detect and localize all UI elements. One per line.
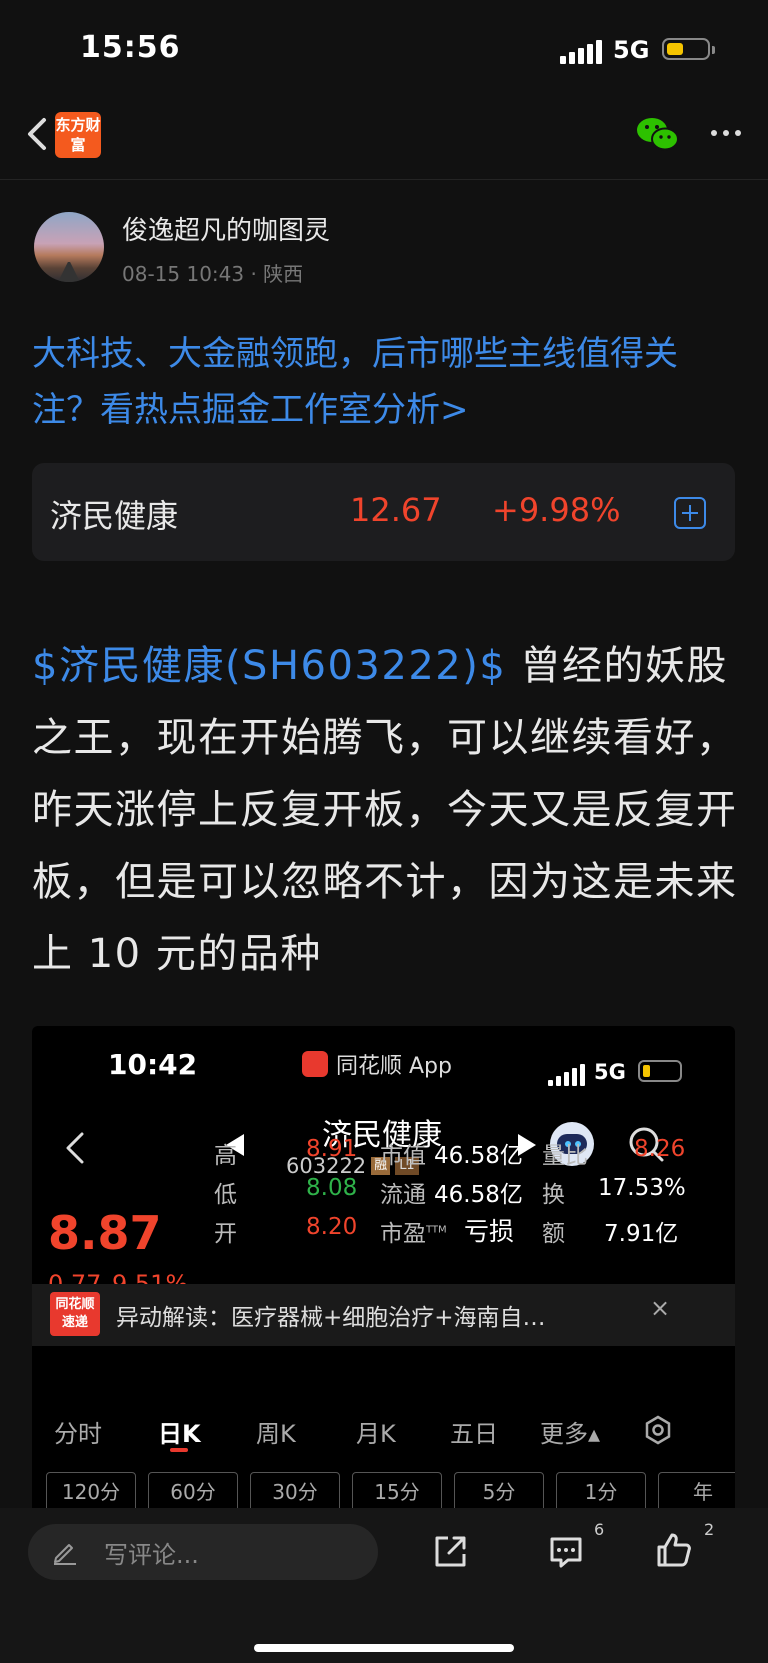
status-time: 15:56	[80, 30, 181, 65]
stock-tag-link[interactable]: $济民健康(SH603222)$	[32, 643, 506, 689]
tab-five-day: 五日	[450, 1420, 498, 1448]
post-text: 曾经的妖股之王，现在开始腾飞，可以继续看好，昨天涨停上反复开板，今天又是反复开板…	[32, 643, 738, 977]
banner-logo: 同花顺速递	[50, 1292, 100, 1336]
add-watchlist-icon[interactable]	[674, 497, 706, 529]
low-label: 低	[214, 1182, 237, 1208]
image-app-name: 同花顺 App	[302, 1048, 452, 1080]
app-icon	[302, 1051, 328, 1077]
image-signal-icon	[548, 1064, 585, 1086]
post-image[interactable]: 10:42 同花顺 App 5G 济民健康 603222融L1 8.87 0.7…	[32, 1026, 735, 1508]
banner-close-icon: ×	[650, 1294, 671, 1322]
tab-monthly-k: 月K	[356, 1420, 396, 1448]
chip-5min: 5分	[454, 1472, 544, 1508]
chip-60min: 60分	[148, 1472, 238, 1508]
comment-icon[interactable]	[546, 1532, 586, 1572]
post-meta: 08-15 10:43 · 陕西	[122, 262, 304, 286]
image-app-label: 同花顺 App	[336, 1054, 452, 1079]
chip-120min: 120分	[46, 1472, 136, 1508]
pe-label: 市盈TTM	[380, 1214, 447, 1248]
quote-change: +9.98%	[492, 491, 621, 529]
pe-value: 亏损	[464, 1217, 515, 1246]
chip-year: 年	[658, 1472, 735, 1508]
pe-label-text: 市盈	[380, 1221, 426, 1247]
low-value: 8.08	[306, 1175, 358, 1201]
battery-icon	[662, 38, 715, 60]
vol-ratio-value: 8.26	[634, 1136, 686, 1162]
turnover-value: 17.53%	[598, 1175, 686, 1201]
wechat-share-icon[interactable]	[636, 115, 680, 153]
nav-divider	[0, 179, 768, 180]
image-settings-icon	[645, 1415, 671, 1445]
image-network: 5G	[594, 1060, 626, 1084]
more-icon[interactable]	[706, 118, 746, 148]
like-count: 2	[704, 1520, 715, 1539]
open-label: 开	[214, 1221, 237, 1247]
mcap-value: 46.58亿	[434, 1143, 523, 1169]
like-icon[interactable]	[654, 1530, 694, 1570]
share-icon[interactable]	[430, 1532, 470, 1572]
float-label: 流通	[380, 1182, 426, 1208]
pe-ttm: TTM	[426, 1224, 447, 1236]
turnover-label: 换	[542, 1182, 565, 1208]
image-status-time: 10:42	[108, 1048, 198, 1081]
image-battery-icon	[638, 1060, 682, 1082]
comment-count: 6	[594, 1520, 605, 1539]
tab-intraday: 分时	[54, 1420, 102, 1448]
pencil-icon	[54, 1544, 76, 1565]
banner-text: 异动解读：医疗器械+细胞治疗+海南自…	[116, 1305, 546, 1331]
high-label: 高	[214, 1143, 237, 1169]
quote-stock-name: 济民健康	[50, 497, 179, 535]
avatar[interactable]	[34, 212, 104, 282]
image-price: 8.87	[48, 1206, 162, 1260]
network-type: 5G	[613, 36, 650, 64]
tab-more: 更多▴	[540, 1420, 601, 1448]
float-value: 46.58亿	[434, 1182, 523, 1208]
chip-1min: 1分	[556, 1472, 646, 1508]
post-body: $济民健康(SH603222)$ 曾经的妖股之王，现在开始腾飞，可以继续看好，昨…	[32, 630, 744, 990]
comment-input[interactable]	[28, 1524, 378, 1580]
amount-value: 7.91亿	[604, 1221, 679, 1247]
tab-indicator	[170, 1448, 188, 1452]
tab-weekly-k: 周K	[256, 1420, 296, 1448]
author-name[interactable]: 俊逸超凡的咖图灵	[122, 210, 330, 247]
signal-icon	[560, 40, 602, 64]
chip-30min: 30分	[250, 1472, 340, 1508]
quote-price: 12.67	[350, 491, 442, 529]
home-indicator	[254, 1644, 514, 1652]
chip-15min: 15分	[352, 1472, 442, 1508]
vol-ratio-label: 量比	[542, 1143, 588, 1169]
mcap-label: 市值	[380, 1143, 426, 1169]
comment-placeholder[interactable]: 写评论...	[104, 1535, 199, 1570]
amount-label: 额	[542, 1221, 565, 1247]
open-value: 8.20	[306, 1214, 358, 1240]
tab-daily-k: 日K	[158, 1420, 201, 1448]
app-logo[interactable]: 东方财富	[55, 112, 101, 158]
high-value: 8.91	[306, 1136, 358, 1162]
image-back-icon	[66, 1132, 84, 1164]
headline-link[interactable]: 大科技、大金融领跑，后市哪些主线值得关注？看热点掘金工作室分析>	[32, 326, 732, 438]
